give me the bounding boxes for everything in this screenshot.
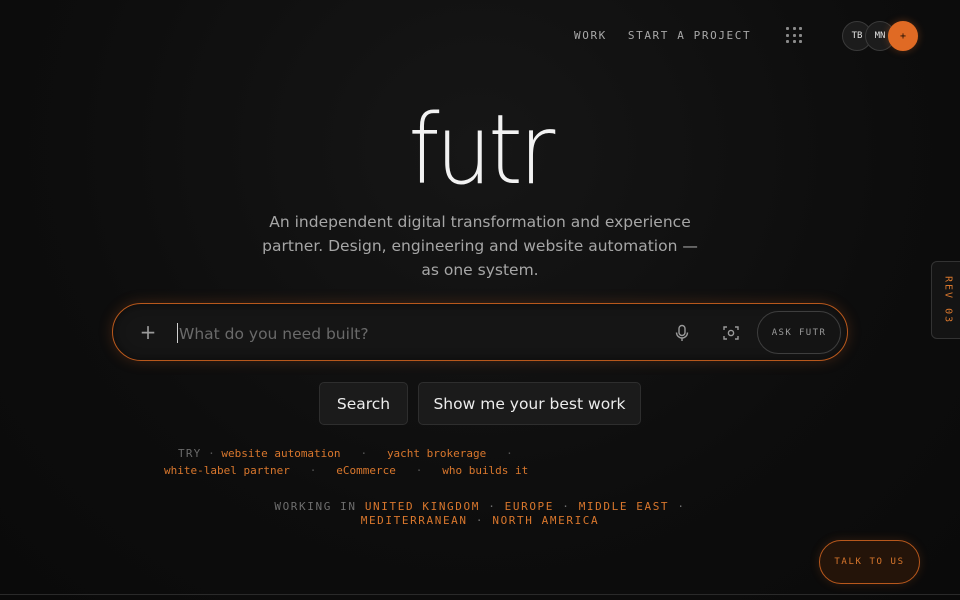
bottom-divider bbox=[0, 594, 960, 595]
suggestion-ecommerce[interactable]: eCommerce bbox=[336, 464, 396, 477]
top-nav: WORK START A PROJECT bbox=[574, 29, 751, 42]
suggestion-white-label-partner[interactable]: white-label partner bbox=[164, 464, 290, 477]
nav-work-link[interactable]: WORK bbox=[574, 29, 607, 42]
text-caret bbox=[177, 323, 178, 343]
try-suggestions-row: white-label partner · eCommerce · who bu… bbox=[164, 464, 529, 477]
search-chip-button[interactable]: Search bbox=[319, 382, 408, 425]
location-item: MEDITERRANEAN bbox=[360, 514, 468, 527]
suggestion-website-automation[interactable]: website automation bbox=[221, 447, 340, 460]
revision-label: REV 03 bbox=[942, 275, 954, 325]
add-avatar-button[interactable]: + bbox=[888, 21, 918, 51]
attach-button[interactable]: + bbox=[138, 320, 158, 344]
nav-start-project-link[interactable]: START A PROJECT bbox=[628, 29, 751, 42]
best-work-chip-button[interactable]: Show me your best work bbox=[418, 382, 641, 425]
suggestion-who-builds-it[interactable]: who builds it bbox=[442, 464, 528, 477]
location-item: UNITED KINGDOM bbox=[364, 500, 480, 513]
revision-tab[interactable]: REV 03 bbox=[931, 261, 960, 339]
try-suggestions-row: TRY · website automation · yacht brokera… bbox=[178, 447, 513, 460]
microphone-icon[interactable] bbox=[672, 323, 692, 343]
working-in-row: WORKING IN UNITED KINGDOM · EUROPE · MID… bbox=[274, 500, 686, 513]
location-item: MIDDLE EAST bbox=[578, 500, 670, 513]
logo-wordmark: futr bbox=[408, 94, 555, 206]
location-item: EUROPE bbox=[504, 500, 554, 513]
grid-dots-icon[interactable] bbox=[786, 27, 804, 45]
working-in-row: MEDITERRANEAN · NORTH AMERICA bbox=[360, 514, 600, 527]
try-label: TRY bbox=[178, 447, 202, 460]
camera-scan-icon[interactable] bbox=[721, 323, 741, 343]
tagline: An independent digital transformation an… bbox=[262, 213, 698, 279]
working-in-label: WORKING IN bbox=[274, 500, 357, 513]
search-bar: + ASK FUTR bbox=[112, 303, 848, 361]
avatar-group: TB MN + bbox=[842, 21, 918, 51]
location-item: NORTH AMERICA bbox=[492, 514, 600, 527]
talk-to-us-button[interactable]: TALK TO US bbox=[819, 540, 920, 584]
ask-futr-button[interactable]: ASK FUTR bbox=[757, 311, 841, 354]
search-input[interactable] bbox=[177, 318, 651, 350]
suggestion-yacht-brokerage[interactable]: yacht brokerage bbox=[387, 447, 486, 460]
